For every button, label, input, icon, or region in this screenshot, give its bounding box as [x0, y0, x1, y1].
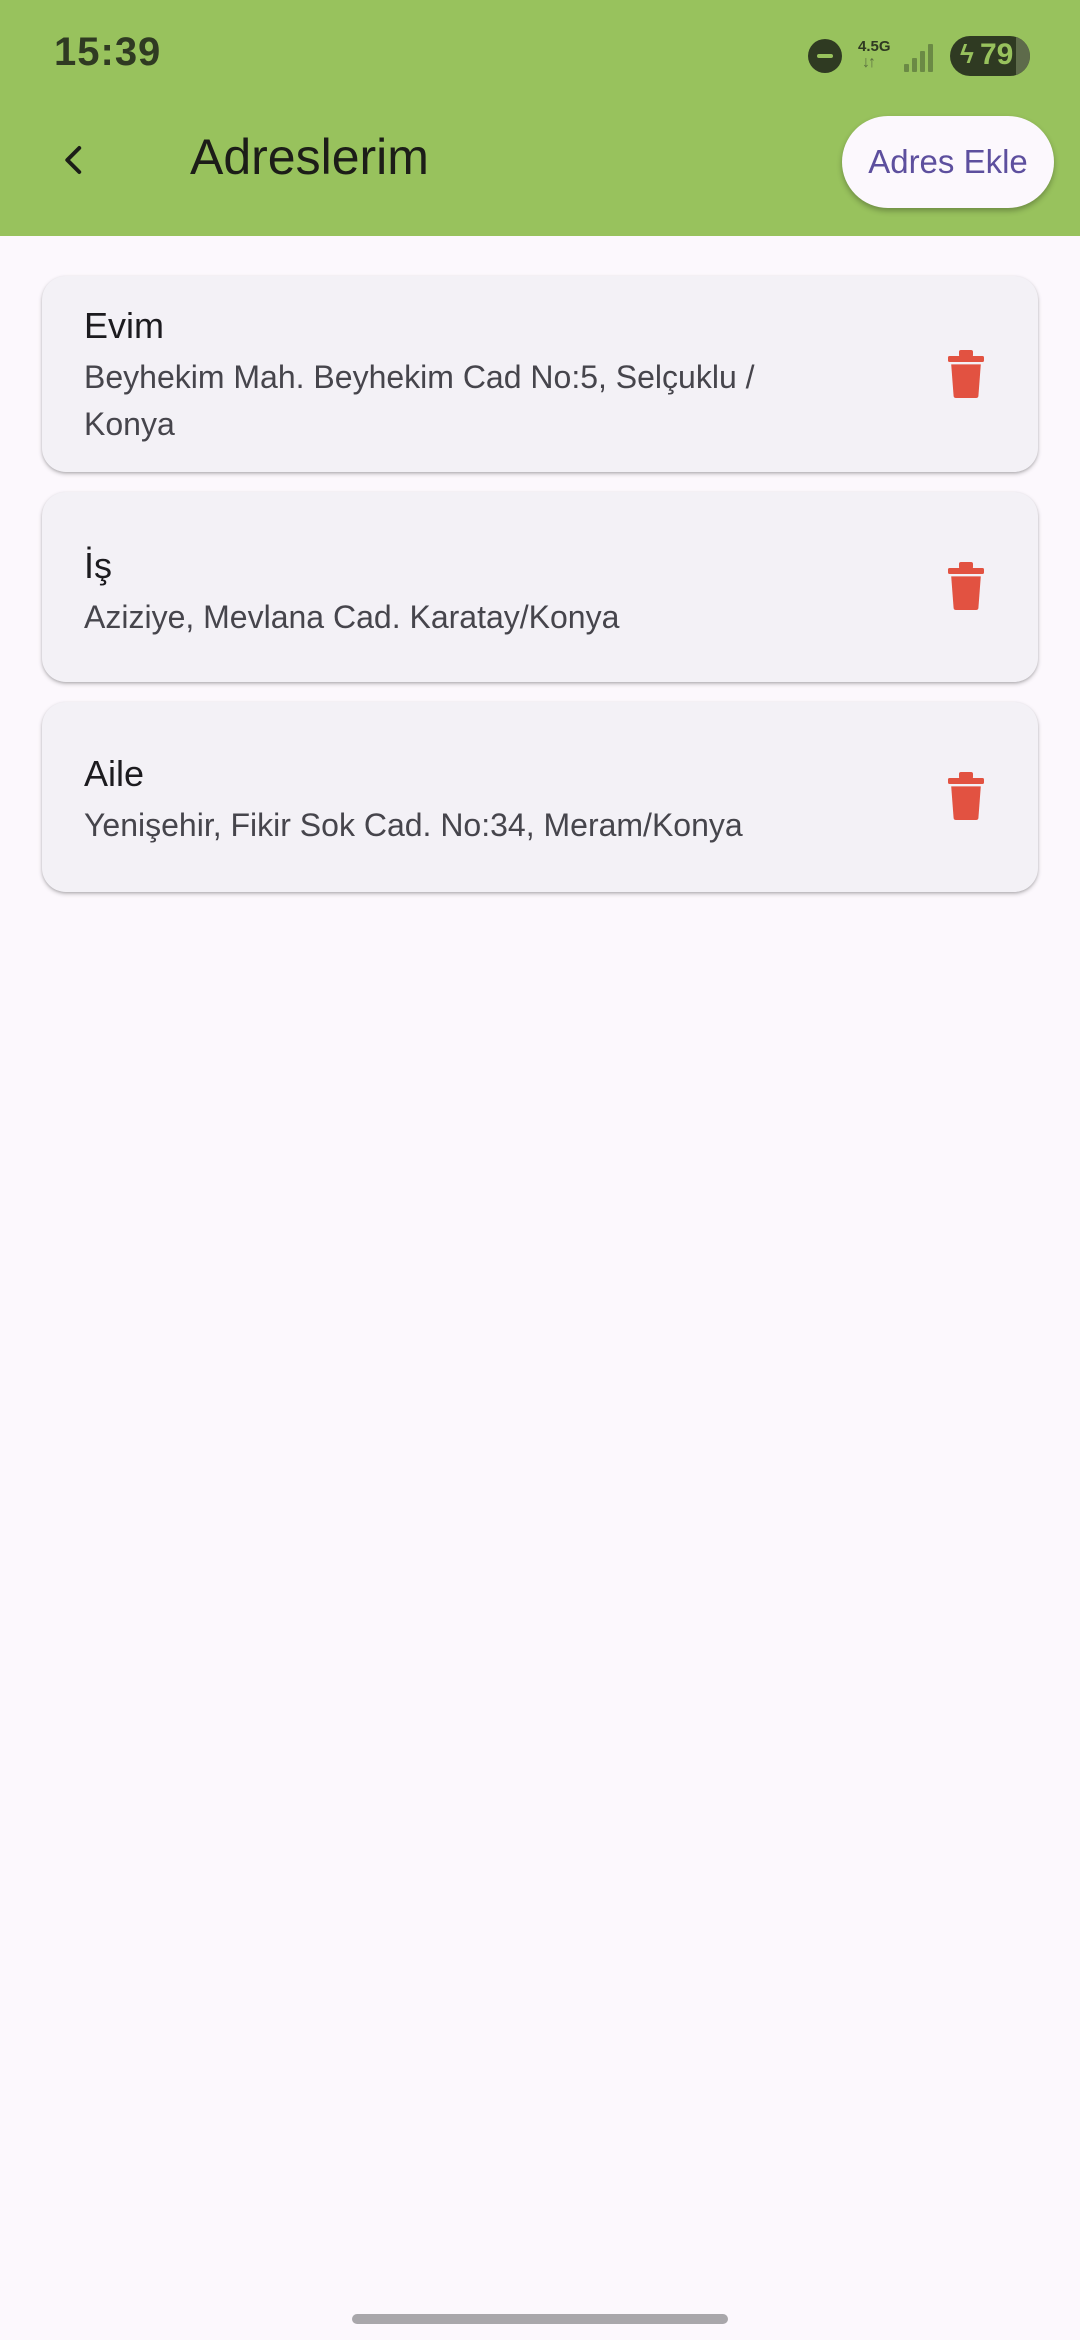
home-indicator[interactable]: [352, 2314, 728, 2324]
back-button[interactable]: [44, 130, 104, 190]
screen: 15:39 4.5G ↓↑ ϟ 79 Adreslerim Adres Ekle…: [0, 0, 1080, 2340]
delete-address-button[interactable]: [936, 766, 996, 826]
data-arrows-icon: ↓↑: [862, 54, 876, 71]
delete-address-button[interactable]: [936, 344, 996, 404]
address-card[interactable]: İş Aziziye, Mevlana Cad. Karatay/Konya: [42, 492, 1038, 682]
address-list: Evim Beyhekim Mah. Beyhekim Cad No:5, Se…: [42, 276, 1038, 912]
trash-icon: [948, 772, 984, 820]
page-title: Adreslerim: [190, 129, 429, 185]
network-4-5g-icon: 4.5G ↓↑: [856, 36, 896, 76]
address-title: Aile: [84, 753, 145, 794]
app-header: 15:39 4.5G ↓↑ ϟ 79 Adreslerim Adres Ekle: [0, 0, 1080, 236]
do-not-disturb-icon: [808, 39, 842, 73]
battery-level: 79: [980, 38, 1014, 71]
address-title: İş: [84, 545, 113, 586]
address-card[interactable]: Aile Yenişehir, Fikir Sok Cad. No:34, Me…: [42, 702, 1038, 892]
status-time: 15:39: [54, 30, 162, 74]
status-icons: 4.5G ↓↑ ϟ 79: [808, 34, 1030, 78]
back-arrow-icon: [65, 146, 82, 174]
trash-icon: [948, 350, 984, 398]
trash-icon: [948, 562, 984, 610]
address-text: Yenişehir, Fikir Sok Cad. No:34, Meram/K…: [84, 807, 743, 843]
signal-icon: [904, 40, 936, 72]
address-card[interactable]: Evim Beyhekim Mah. Beyhekim Cad No:5, Se…: [42, 276, 1038, 472]
battery-charging-icon: ϟ 79: [950, 36, 1030, 76]
add-address-button[interactable]: Adres Ekle: [842, 116, 1054, 208]
address-title: Evim: [84, 305, 164, 346]
network-type-label: 4.5G: [858, 38, 891, 55]
delete-address-button[interactable]: [936, 556, 996, 616]
charging-bolt-icon: ϟ: [960, 39, 974, 69]
address-text: Beyhekim Mah. Beyhekim Cad No:5, Selçukl…: [84, 359, 755, 442]
address-text: Aziziye, Mevlana Cad. Karatay/Konya: [84, 599, 620, 635]
